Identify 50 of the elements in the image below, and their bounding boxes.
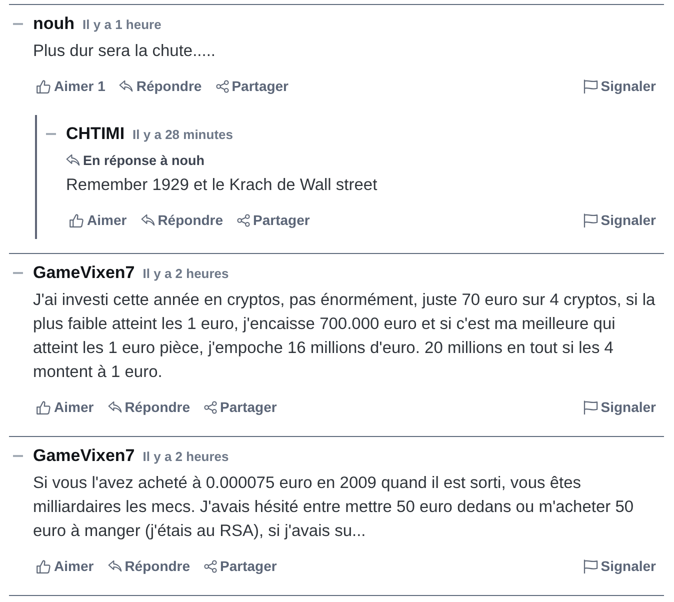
comment-text: J'ai investi cette année en cryptos, pas énormément, juste 70 euro sur 4 cryptos, si la plus faible atteint les 1 euro, j'encaisse 700.000 euro et si c'est ma meilleure qui atteint les 1 euro pièce, j'empoche 16 millions d'euro. 20 millions en tout si les 4 montent à 1 euro. <box>33 290 656 383</box>
thumbs-up-icon <box>36 558 51 574</box>
curved-arrow-icon <box>108 560 122 572</box>
share-button[interactable]: Partager <box>204 399 277 415</box>
timestamp: Il y a 2 heures <box>142 266 229 280</box>
reply-button[interactable]: Répondre <box>119 78 202 94</box>
thumbs-up-icon <box>69 212 84 228</box>
comment-text: Si vous l'avez acheté à 0.000075 euro en 2009 quand il est sorti, vous êtes milliardaires les mecs. J'avais hésité entre mettre 50 euro dedans ou m'acheter 50 euro à manger (j'étais au RSA), si j'avais su... <box>33 473 635 542</box>
reply-button[interactable]: Répondre <box>140 212 224 228</box>
timestamp: Il y a 1 heure <box>82 16 162 32</box>
like-button[interactable]: Aimer <box>69 212 127 228</box>
reply-button[interactable]: Répondre <box>108 558 190 574</box>
report-button[interactable]: Signaler <box>582 399 656 415</box>
flag-icon <box>582 78 598 94</box>
report-button[interactable]: Signaler <box>582 558 656 574</box>
curved-arrow-icon <box>66 154 80 166</box>
share-button[interactable]: Partager <box>216 78 289 94</box>
minus-icon[interactable] <box>13 455 23 457</box>
username[interactable]: CHTIMI <box>66 124 125 144</box>
flag-icon <box>582 212 598 228</box>
reply-button[interactable]: Répondre <box>108 399 190 415</box>
comment-text: Remember 1929 et le Krach de Wall street <box>66 175 378 196</box>
thumbs-up-icon <box>36 78 51 94</box>
thumbs-up-icon <box>36 400 51 414</box>
curved-arrow-icon <box>119 80 134 92</box>
reply-context: En réponse à nouh <box>83 152 205 168</box>
flag-icon <box>582 400 598 414</box>
report-button[interactable]: Signaler <box>582 212 656 228</box>
share-icon <box>204 560 218 572</box>
share-icon <box>237 214 250 226</box>
minus-icon[interactable] <box>13 272 23 274</box>
curved-arrow-icon <box>140 214 155 226</box>
timestamp: Il y a 28 minutes <box>132 126 233 142</box>
like-button[interactable]: Aimer 1 <box>36 78 106 94</box>
share-icon <box>204 400 218 414</box>
curved-arrow-icon <box>108 401 122 413</box>
comment-text: Plus dur sera la chute..... <box>33 41 217 62</box>
share-icon <box>216 80 229 92</box>
username[interactable]: nouh <box>33 14 75 34</box>
flag-icon <box>582 558 598 574</box>
username[interactable]: GameVixen7 <box>33 446 135 466</box>
like-button[interactable]: Aimer <box>36 399 94 415</box>
report-button[interactable]: Signaler <box>582 78 656 94</box>
minus-icon[interactable] <box>46 133 56 135</box>
like-button[interactable]: Aimer <box>36 558 94 574</box>
timestamp: Il y a 2 heures <box>142 448 229 464</box>
share-button[interactable]: Partager <box>237 212 310 228</box>
username[interactable]: GameVixen7 <box>33 263 135 283</box>
minus-icon[interactable] <box>13 23 23 25</box>
share-button[interactable]: Partager <box>204 558 277 574</box>
